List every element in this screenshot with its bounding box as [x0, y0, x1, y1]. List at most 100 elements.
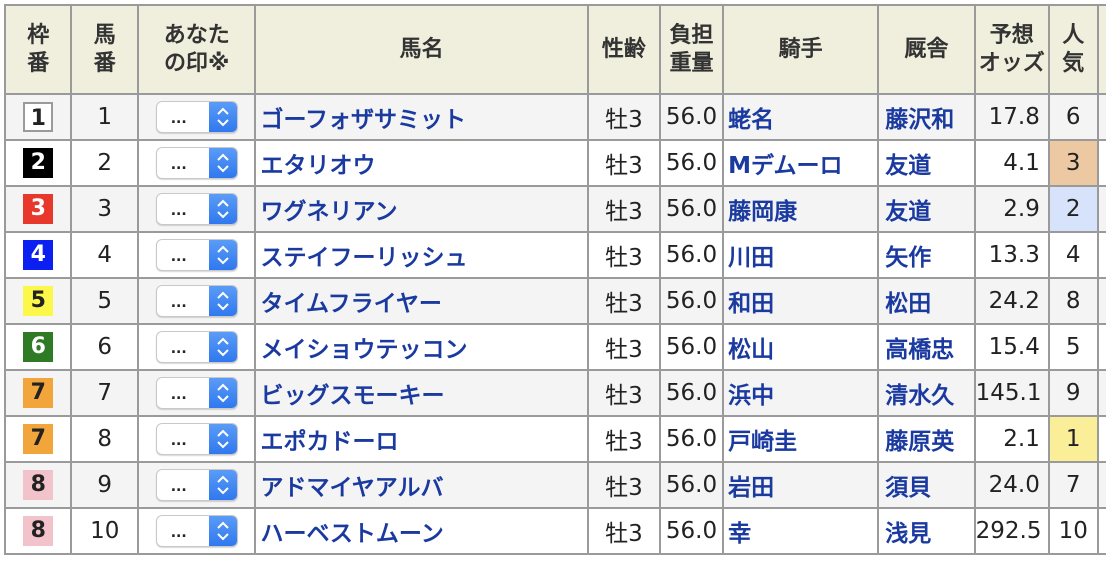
header-umaban: 馬番	[70, 4, 139, 95]
mark-select[interactable]: ...	[155, 515, 238, 547]
mark-select-value: ...	[170, 295, 187, 311]
extra-cell	[1096, 461, 1106, 509]
horse-name-link[interactable]: ワグネリアン	[260, 199, 397, 225]
weight-cell: 56.0	[658, 231, 725, 279]
mark-select[interactable]: ...	[155, 101, 238, 133]
jockey-link[interactable]: 浜中	[728, 383, 774, 409]
mark-select-value: ...	[170, 433, 187, 449]
weight-cell: 56.0	[658, 507, 725, 555]
mark-cell: ...	[136, 139, 257, 187]
jockey-link[interactable]: 幸	[728, 521, 751, 547]
horse-name-link[interactable]: ゴーフォザサミット	[260, 107, 466, 133]
weight-cell: 56.0	[658, 415, 725, 463]
waku-cell: 6	[3, 323, 73, 371]
sex-age-cell: 牡3	[586, 461, 661, 509]
trainer-link[interactable]: 友道	[885, 153, 931, 179]
mark-select[interactable]: ...	[155, 193, 238, 225]
horse-name-link[interactable]: エポカドーロ	[260, 429, 398, 455]
trainer-link[interactable]: 清水久	[885, 383, 954, 409]
weight-cell: 56.0	[658, 185, 725, 233]
table-row: 1 1 ... ゴーフォザサミット 牡3 56.0 蛯名 藤沢和 17.8 6	[3, 93, 1106, 141]
popularity-cell: 4	[1047, 231, 1099, 279]
header-horse-name: 馬名	[254, 4, 589, 95]
jockey-link[interactable]: 戸崎圭	[728, 429, 797, 455]
mark-select-value: ...	[170, 203, 187, 219]
horse-name-link[interactable]: ハーベストムーン	[260, 521, 443, 547]
waku-badge: 8	[23, 516, 54, 546]
chevron-up-down-icon	[208, 378, 237, 408]
header-jockey: 騎手	[722, 4, 880, 95]
horse-name-link[interactable]: アドマイヤアルバ	[260, 475, 443, 501]
mark-select[interactable]: ...	[155, 285, 238, 317]
popularity-cell: 6	[1047, 93, 1099, 141]
jockey-cell: Mデムーロ	[722, 139, 880, 187]
mark-cell: ...	[136, 369, 257, 417]
horse-name-cell: タイムフライヤー	[254, 277, 589, 325]
trainer-link[interactable]: 高橋忠	[885, 337, 954, 363]
horse-name-link[interactable]: ビッグスモーキー	[260, 383, 444, 409]
horse-name-link[interactable]: エタリオウ	[260, 153, 375, 179]
mark-select-value: ...	[170, 341, 187, 357]
trainer-link[interactable]: 浅見	[885, 521, 931, 547]
waku-cell: 4	[3, 231, 73, 279]
jockey-link[interactable]: 和田	[728, 291, 774, 317]
header-row: 枠番 馬番 あなた の印※ 馬名 性齢 負担 重量 騎手 厩舎 予想 オッズ 人気	[3, 4, 1106, 95]
odds-cell: 4.1	[973, 139, 1050, 187]
jockey-link[interactable]: 松山	[728, 337, 774, 363]
waku-badge: 2	[23, 148, 54, 178]
weight-cell: 56.0	[658, 277, 725, 325]
trainer-link[interactable]: 友道	[885, 199, 931, 225]
sex-age-cell: 牡3	[586, 185, 661, 233]
sex-age-cell: 牡3	[586, 415, 661, 463]
jockey-link[interactable]: Mデムーロ	[728, 153, 842, 179]
mark-select-value: ...	[170, 525, 187, 541]
mark-select[interactable]: ...	[155, 147, 238, 179]
waku-badge: 7	[23, 424, 54, 454]
jockey-link[interactable]: 藤岡康	[728, 199, 797, 225]
trainer-cell: 清水久	[877, 369, 976, 417]
odds-cell: 24.2	[973, 277, 1050, 325]
trainer-link[interactable]: 矢作	[885, 245, 931, 271]
trainer-cell: 高橋忠	[877, 323, 976, 371]
odds-cell: 17.8	[973, 93, 1050, 141]
waku-badge: 4	[23, 240, 54, 270]
jockey-link[interactable]: 川田	[728, 245, 774, 271]
umaban-cell: 7	[70, 369, 139, 417]
waku-badge: 1	[23, 102, 54, 132]
table-row: 4 4 ... ステイフーリッシュ 牡3 56.0 川田 矢作 13.3 4	[3, 231, 1106, 279]
jockey-cell: 松山	[722, 323, 880, 371]
trainer-cell: 藤原英	[877, 415, 976, 463]
trainer-cell: 友道	[877, 185, 976, 233]
odds-cell: 292.5	[973, 507, 1050, 555]
extra-cell	[1096, 139, 1106, 187]
horse-name-link[interactable]: ステイフーリッシュ	[260, 245, 467, 271]
horse-name-link[interactable]: メイショウテッコン	[260, 337, 467, 363]
jockey-cell: 浜中	[722, 369, 880, 417]
sex-age-cell: 牡3	[586, 277, 661, 325]
chevron-up-down-icon	[208, 516, 237, 546]
mark-select[interactable]: ...	[155, 331, 238, 363]
mark-select[interactable]: ...	[155, 377, 238, 409]
umaban-cell: 1	[70, 93, 139, 141]
waku-cell: 7	[3, 369, 73, 417]
weight-cell: 56.0	[658, 369, 725, 417]
mark-select[interactable]: ...	[155, 239, 238, 271]
jockey-link[interactable]: 蛯名	[728, 107, 774, 133]
table-row: 5 5 ... タイムフライヤー 牡3 56.0 和田 松田 24.2 8	[3, 277, 1106, 325]
trainer-link[interactable]: 松田	[885, 291, 931, 317]
odds-cell: 15.4	[973, 323, 1050, 371]
trainer-link[interactable]: 藤原英	[885, 429, 954, 455]
mark-select[interactable]: ...	[155, 469, 238, 501]
chevron-up-down-icon	[208, 332, 237, 362]
trainer-link[interactable]: 藤沢和	[885, 107, 954, 133]
horse-name-link[interactable]: タイムフライヤー	[260, 291, 441, 317]
extra-cell	[1096, 415, 1106, 463]
jockey-link[interactable]: 岩田	[728, 475, 774, 501]
mark-select[interactable]: ...	[155, 423, 238, 455]
sex-age-cell: 牡3	[586, 369, 661, 417]
table-row: 8 10 ... ハーベストムーン 牡3 56.0 幸 浅見 292.5 10	[3, 507, 1106, 555]
trainer-link[interactable]: 須貝	[885, 475, 931, 501]
horse-name-cell: メイショウテッコン	[254, 323, 589, 371]
sex-age-cell: 牡3	[586, 323, 661, 371]
trainer-cell: 矢作	[877, 231, 976, 279]
